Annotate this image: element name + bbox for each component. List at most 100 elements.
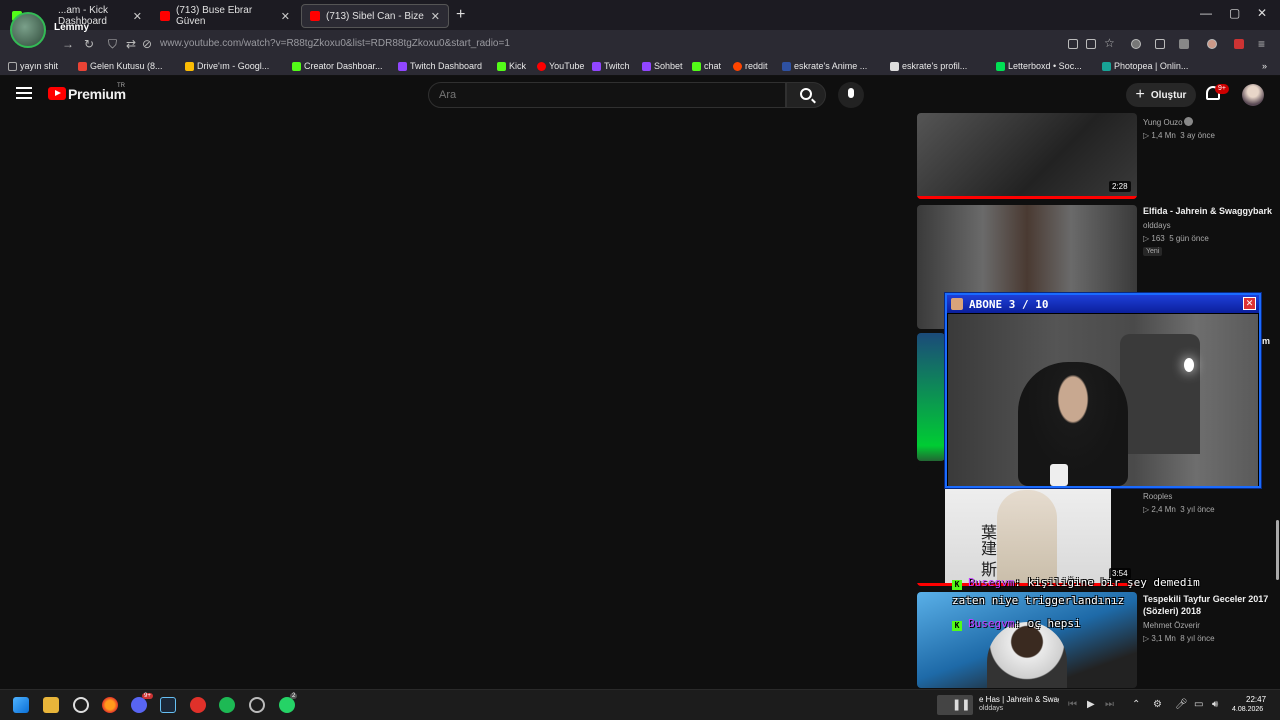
- minimize-icon[interactable]: —: [1200, 6, 1212, 20]
- discord-icon[interactable]: [131, 697, 147, 713]
- view-count: 2,4 Mn: [1151, 505, 1176, 514]
- account-avatar[interactable]: [1242, 84, 1264, 106]
- show-hidden-icons-icon[interactable]: ⌃: [1132, 699, 1140, 710]
- next-track-icon[interactable]: ⏭: [1105, 699, 1114, 710]
- file-explorer-icon[interactable]: [43, 697, 59, 713]
- channel-name[interactable]: Mehmet Özverir: [1143, 621, 1200, 630]
- bookmark-item[interactable]: YouTube: [537, 61, 584, 71]
- subscriber-goal-window: ABONE 3 / 10 ✕: [945, 293, 1261, 488]
- bookmark-item[interactable]: Sohbet: [642, 61, 683, 71]
- tab-label: (713) Buse Ebrar Güven: [176, 5, 253, 27]
- whatsapp-icon[interactable]: [279, 697, 295, 713]
- chat-message: K Busegvm: kişiliğine bir şey demedim: [952, 576, 1200, 590]
- kick-icon: [692, 61, 701, 71]
- permissions-icon[interactable]: ⇄: [126, 37, 136, 51]
- addon-badge-icon[interactable]: [1234, 39, 1244, 49]
- bookmark-star-icon[interactable]: ☆: [1104, 36, 1115, 50]
- voice-search-button[interactable]: [838, 82, 864, 108]
- search-icon: [800, 88, 812, 100]
- bookmark-item[interactable]: Letterboxd • Soc...: [996, 61, 1082, 71]
- bookmark-label: Kick: [509, 61, 527, 71]
- close-icon[interactable]: ✕: [1243, 297, 1256, 310]
- bookmark-item[interactable]: Twitch Dashboard: [398, 61, 482, 71]
- extension-icon[interactable]: [1131, 39, 1141, 49]
- spotify-icon[interactable]: [219, 697, 235, 713]
- steam-icon[interactable]: [160, 697, 176, 713]
- game-launcher-icon[interactable]: [190, 697, 206, 713]
- obs-tray-icon[interactable]: ⚙: [1153, 699, 1162, 710]
- puzzle-icon[interactable]: [1155, 39, 1165, 49]
- bookmark-item[interactable]: eskrate's Anime ...: [782, 61, 867, 71]
- close-icon[interactable]: ✕: [431, 10, 440, 23]
- previous-track-icon[interactable]: ⏮: [1068, 699, 1077, 710]
- video-title[interactable]: Tespekili Tayfur Geceler 2017 (Sözleri) …: [1143, 593, 1273, 617]
- search-button[interactable]: [786, 82, 826, 108]
- network-icon[interactable]: ▭: [1194, 699, 1203, 710]
- bookmark-item[interactable]: chat: [692, 61, 721, 71]
- window-titlebar[interactable]: ABONE 3 / 10 ✕: [947, 295, 1259, 313]
- thumbnail-text: 葉建 斯: [978, 524, 997, 578]
- tab-buse-ebrar[interactable]: (713) Buse Ebrar Güven ✕: [152, 4, 298, 28]
- bookmark-item[interactable]: Creator Dashboar...: [292, 61, 383, 71]
- play-icon[interactable]: ▶: [1087, 699, 1095, 710]
- bookmark-item[interactable]: Photopea | Onlin...: [1102, 61, 1188, 71]
- bookmark-item[interactable]: yayın shit: [8, 61, 58, 71]
- maximize-icon[interactable]: ▢: [1229, 6, 1240, 20]
- view-count: 1,4 Mn: [1151, 131, 1176, 140]
- video-thumbnail[interactable]: [917, 333, 945, 461]
- tab-sibel-can[interactable]: (713) Sibel Can - Bize ✕: [301, 4, 449, 28]
- profile-icon[interactable]: [1207, 39, 1217, 49]
- upload-age: 3 yıl önce: [1180, 505, 1215, 514]
- webcam-feed: [948, 314, 1258, 486]
- windows-taskbar: 9+ 2 ❚❚ e Has | Jahrein & Swagg olddays …: [0, 689, 1280, 720]
- search-box[interactable]: [428, 82, 786, 108]
- bookmark-item[interactable]: eskrate's profil...: [890, 61, 967, 71]
- forward-icon[interactable]: →: [62, 37, 74, 51]
- clock-time[interactable]: 22:47: [1246, 695, 1266, 704]
- obs-icon[interactable]: [73, 697, 89, 713]
- bookmark-item[interactable]: Gelen Kutusu (8...: [78, 61, 163, 71]
- close-icon[interactable]: ✕: [133, 10, 142, 23]
- more-bookmarks-icon[interactable]: »: [1262, 61, 1267, 71]
- youtube-logo-icon[interactable]: [48, 87, 66, 100]
- menu-icon[interactable]: ≡: [1258, 37, 1265, 51]
- bookmark-label: Drive'ım - Googl...: [197, 61, 270, 71]
- verified-icon: [1184, 117, 1193, 126]
- windows-start-icon[interactable]: [13, 697, 29, 713]
- clock-date[interactable]: 4.08.2026: [1232, 706, 1263, 713]
- shield-icon[interactable]: ⛉: [108, 37, 117, 52]
- new-tab-icon[interactable]: +: [456, 6, 465, 24]
- chat-username: Busegvm: [968, 617, 1015, 630]
- reload-icon[interactable]: ↻: [84, 37, 94, 51]
- tracking-icon[interactable]: ⊘: [142, 37, 152, 51]
- scrollbar-thumb[interactable]: [1276, 520, 1279, 580]
- pause-icon[interactable]: ❚❚: [952, 698, 970, 711]
- microphone-icon[interactable]: 🎤︎: [1175, 699, 1188, 710]
- channel-name[interactable]: Yung Ouzo: [1143, 118, 1183, 127]
- search-input[interactable]: [439, 89, 739, 101]
- picture-icon[interactable]: [1086, 39, 1096, 49]
- video-title-fragment[interactable]: m: [1262, 335, 1270, 347]
- channel-name[interactable]: Rooples: [1143, 492, 1172, 501]
- app-icon[interactable]: [249, 697, 265, 713]
- bookmark-item[interactable]: Kick: [497, 61, 526, 71]
- country-code: TR: [117, 83, 125, 89]
- firefox-icon[interactable]: [102, 697, 118, 713]
- channel-name[interactable]: olddays: [1143, 221, 1171, 230]
- screenshot-icon[interactable]: [1068, 39, 1078, 49]
- create-button[interactable]: + Oluştur: [1126, 83, 1196, 107]
- whatsapp-badge: 2: [290, 693, 298, 699]
- bookmark-item[interactable]: reddit: [733, 61, 768, 71]
- url-input[interactable]: www.youtube.com/watch?v=R88tgZkoxu0&list…: [160, 38, 510, 49]
- bookmark-item[interactable]: Drive'ım - Googl...: [185, 61, 269, 71]
- extension-icon[interactable]: [1179, 39, 1189, 49]
- video-thumbnail[interactable]: 2:28: [917, 113, 1137, 199]
- bookmark-item[interactable]: Twitch: [592, 61, 630, 71]
- video-title[interactable]: Elfida - Jahrein & Swaggybark: [1143, 205, 1273, 217]
- media-channel: olddays: [979, 705, 1004, 712]
- window-close-icon[interactable]: ✕: [1257, 6, 1267, 20]
- volume-icon[interactable]: 🔊︎: [1212, 699, 1218, 710]
- hamburger-menu-icon[interactable]: [16, 87, 32, 99]
- create-label: Oluştur: [1150, 89, 1187, 101]
- close-icon[interactable]: ✕: [281, 10, 290, 23]
